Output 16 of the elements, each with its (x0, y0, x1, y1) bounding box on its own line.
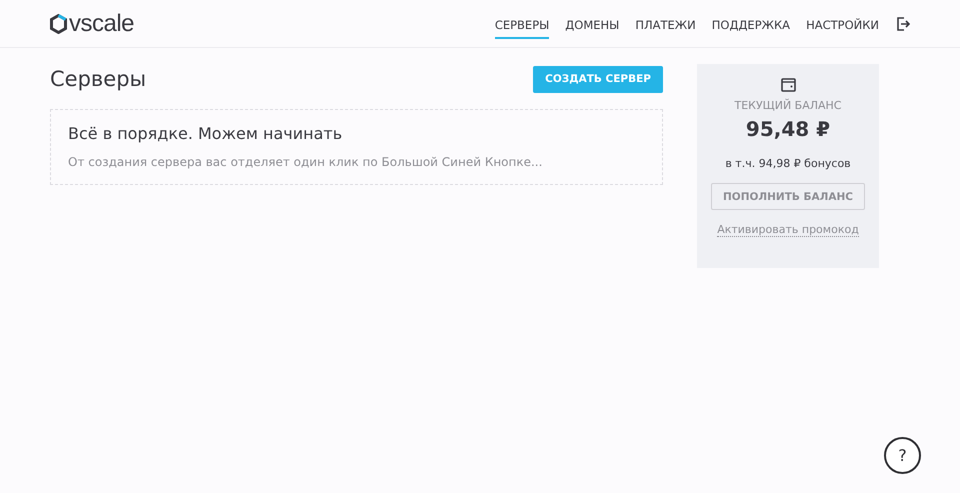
help-button[interactable]: ? (884, 437, 921, 474)
nav-tab[interactable]: НАСТРОЙКИ (806, 12, 879, 39)
bonus-text: в т.ч. 94,98 ₽ бонусов (725, 157, 851, 170)
nav-tab[interactable]: ДОМЕНЫ (565, 12, 620, 39)
nav-tab[interactable]: ПОДДЕРЖКА (712, 12, 790, 39)
wallet-icon (780, 78, 796, 92)
hexagon-logo-icon (50, 14, 67, 34)
nav-tab[interactable]: СЕРВЕРЫ (494, 12, 550, 39)
empty-state-heading: Всё в порядке. Можем начинать (68, 124, 344, 143)
logo-text[interactable]: vscale (69, 10, 134, 38)
balance-label: ТЕКУЩИЙ БАЛАНС (734, 99, 842, 112)
logout-icon[interactable] (897, 16, 910, 30)
nav-tab[interactable]: ПЛАТЕЖИ (635, 12, 696, 39)
page-title: Серверы (50, 67, 146, 91)
empty-state-text: От создания сервера вас отделяет один клик по Большой Синей Кнопке... (68, 155, 544, 169)
balance-amount: 95,48 ₽ (746, 117, 830, 141)
